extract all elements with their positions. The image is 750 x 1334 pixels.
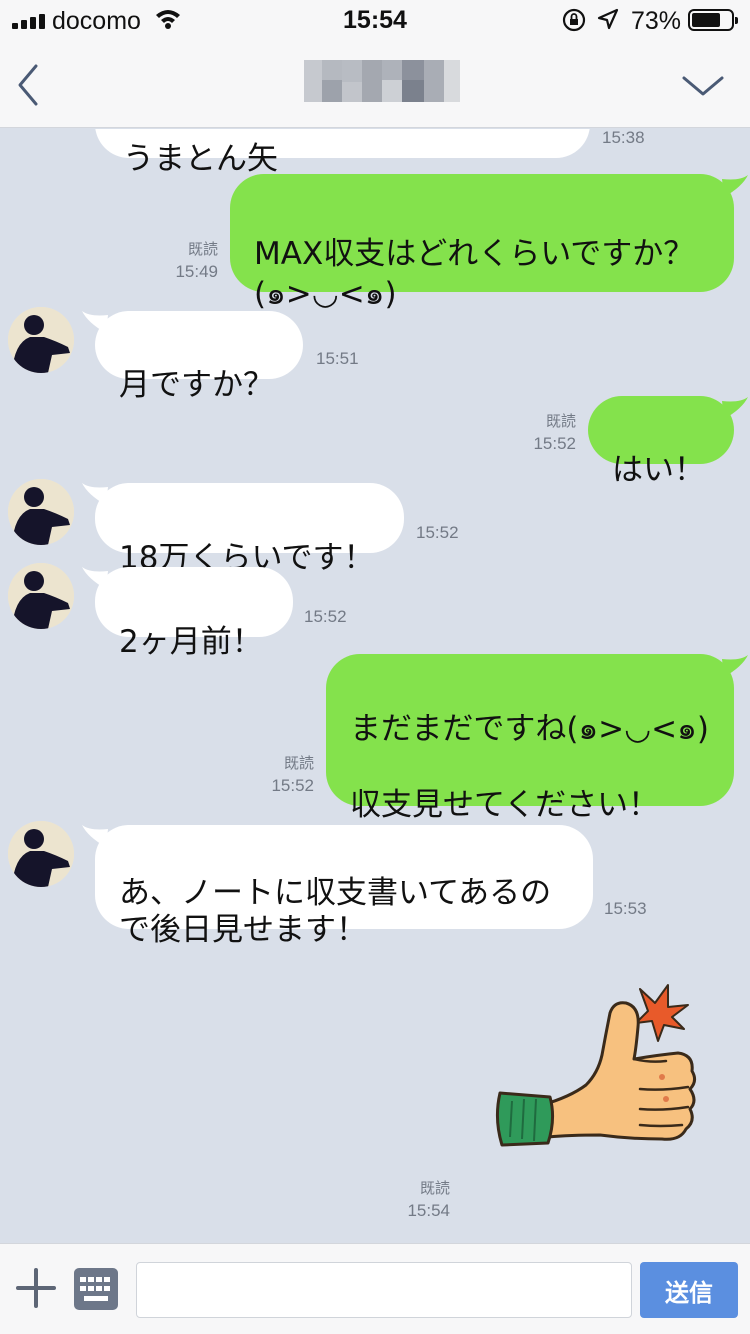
message-time: 15:52: [304, 607, 347, 626]
battery-level-fill: [692, 13, 720, 27]
status-bar: docomo 15:54 73%: [0, 0, 750, 40]
contact-name-pixelated: [304, 60, 460, 102]
message-time: 15:51: [316, 349, 359, 368]
battery-percentage: 73%: [631, 7, 682, 35]
read-receipt: 既読: [187, 241, 218, 258]
message-meta: 既読 15:52: [236, 753, 314, 797]
message-input[interactable]: [136, 1262, 632, 1318]
incoming-message: 2ヶ月前！: [95, 567, 293, 660]
message-text: MAX収支はどれくらいですか？ (๑>◡<๑): [254, 236, 695, 312]
outgoing-message: はい！: [588, 396, 734, 488]
chat-header: [0, 40, 750, 128]
message-text: まだまだですね(๑>◡<๑) 収支見せてください！: [350, 711, 709, 823]
outgoing-message: MAX収支はどれくらいですか？ (๑>◡<๑): [230, 174, 734, 312]
message-text: はい！: [612, 452, 705, 488]
message-input-bar: 送信: [0, 1243, 750, 1334]
plus-icon[interactable]: [14, 1266, 58, 1310]
message-meta: 既読 15:52: [498, 411, 576, 455]
message-time: 15:54: [407, 1201, 450, 1220]
message-time: 15:53: [604, 899, 647, 918]
read-receipt: 既読: [545, 413, 576, 430]
contact-avatar[interactable]: [8, 563, 74, 629]
back-chevron-icon[interactable]: [10, 60, 50, 110]
bubble-tail: [722, 397, 748, 419]
chat-timeline[interactable]: うまとん矢 15:38 MAX収支はどれくらいですか？ (๑>◡<๑) 既読 1…: [0, 129, 750, 1243]
read-receipt: 既読: [283, 755, 314, 772]
outgoing-message: まだまだですね(๑>◡<๑) 収支見せてください！: [326, 654, 734, 823]
message-text: うまとん矢: [123, 141, 278, 177]
message-time: 15:52: [271, 776, 314, 795]
contact-avatar[interactable]: [8, 821, 74, 887]
read-receipt: 既読: [419, 1180, 450, 1197]
thumbs-up-sticker[interactable]: [490, 977, 710, 1197]
message-text: 月ですか？: [119, 367, 274, 403]
message-text: あ、ノートに収支書いてあるの で後日見せます！: [119, 875, 552, 948]
incoming-message: あ、ノートに収支書いてあるの で後日見せます！: [95, 825, 593, 948]
orientation-lock-icon: [562, 8, 586, 32]
message-time: 15:52: [416, 523, 459, 542]
message-time: 15:52: [533, 434, 576, 453]
send-button[interactable]: 送信: [640, 1262, 738, 1318]
message-time: 15:38: [602, 129, 645, 147]
keyboard-icon[interactable]: [74, 1268, 118, 1310]
chevron-down-icon[interactable]: [680, 70, 726, 102]
contact-avatar[interactable]: [8, 479, 74, 545]
battery-icon: [688, 9, 738, 31]
message-text: 2ヶ月前！: [119, 624, 263, 660]
incoming-message: うまとん矢: [95, 129, 590, 177]
location-arrow-icon: [597, 8, 619, 30]
message-meta: 既読 15:54: [372, 1178, 450, 1222]
incoming-message: 月ですか？: [95, 311, 303, 403]
bubble-tail: [722, 175, 748, 197]
message-meta: 既読 15:49: [140, 239, 218, 283]
contact-avatar[interactable]: [8, 307, 74, 373]
message-time: 15:49: [175, 262, 218, 281]
bubble-tail: [722, 655, 748, 677]
incoming-message: 18万くらいです！: [95, 483, 404, 576]
